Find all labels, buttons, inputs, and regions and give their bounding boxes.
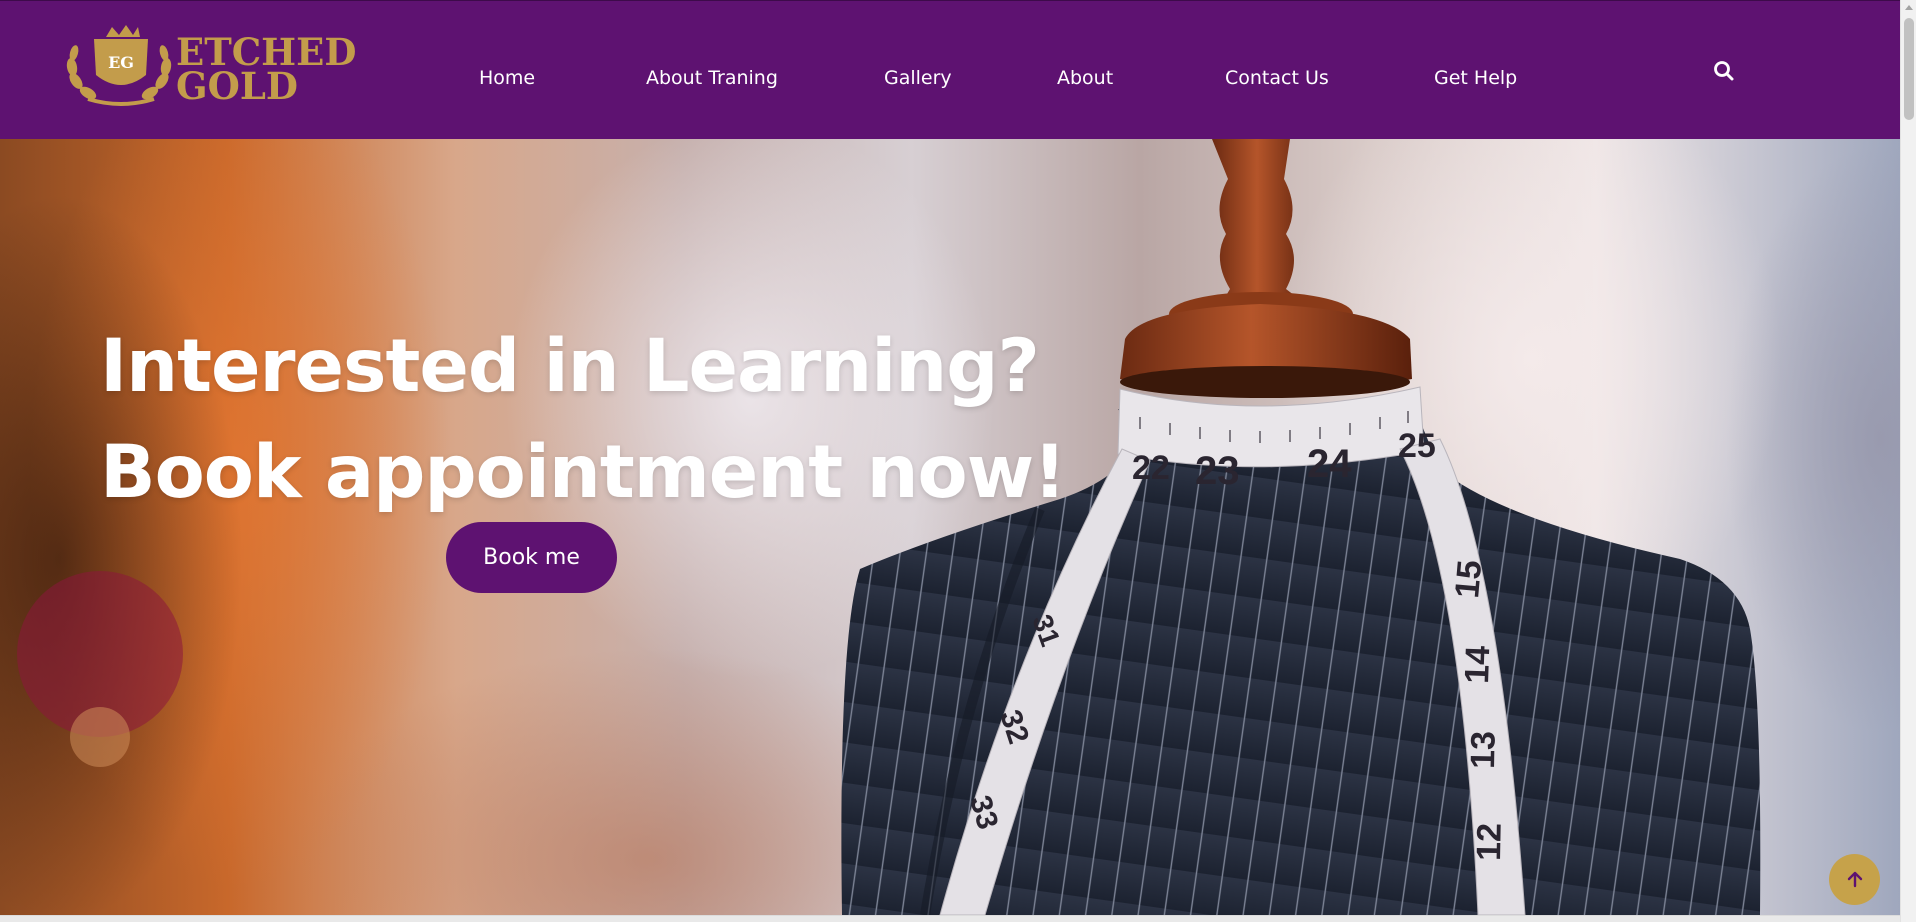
nav-gallery[interactable]: Gallery bbox=[884, 67, 952, 89]
scroll-up-arrow-icon[interactable] bbox=[1905, 5, 1913, 10]
tape-number-22: 22 bbox=[1132, 449, 1170, 487]
scroll-to-top-button[interactable] bbox=[1829, 854, 1880, 905]
nav-home[interactable]: Home bbox=[479, 67, 535, 89]
tape-number-13: 13 bbox=[1464, 731, 1503, 769]
nav-get-help[interactable]: Get Help bbox=[1434, 67, 1517, 89]
tape-number-24: 24 bbox=[1307, 442, 1352, 486]
nav-about-training[interactable]: About Traning bbox=[646, 67, 778, 89]
site-header: EG ETCHED GOLD Home About Traning Galler… bbox=[0, 0, 1900, 139]
search-icon bbox=[1714, 61, 1734, 81]
decorative-circle-small bbox=[70, 707, 130, 767]
vertical-scrollbar[interactable] bbox=[1900, 0, 1916, 922]
nav-contact-us[interactable]: Contact Us bbox=[1225, 67, 1329, 89]
tape-number-23: 23 bbox=[1195, 449, 1240, 493]
horizontal-scrollbar[interactable] bbox=[0, 915, 1900, 922]
book-me-button[interactable]: Book me bbox=[446, 522, 617, 593]
nav-about[interactable]: About bbox=[1057, 67, 1113, 89]
tape-number-15: 15 bbox=[1448, 559, 1489, 600]
hero-headline-line-1: Interested in Learning? bbox=[100, 324, 1040, 409]
tape-number-25: 25 bbox=[1398, 427, 1436, 465]
search-button[interactable] bbox=[1712, 59, 1736, 83]
hero-headline-line-2: Book appointment now! bbox=[100, 430, 1066, 515]
tape-number-14: 14 bbox=[1458, 645, 1497, 684]
tape-number-12: 12 bbox=[1470, 823, 1509, 861]
mannequin-image: 22 23 24 25 15 14 13 12 31 32 33 bbox=[841, 139, 1761, 915]
main-nav: Home About Traning Gallery About Contact… bbox=[0, 1, 1600, 140]
hero-headline: Interested in Learning? Book appointment… bbox=[100, 314, 1066, 526]
arrow-up-icon bbox=[1847, 871, 1862, 887]
hero-section: 22 23 24 25 15 14 13 12 31 32 33 Interes… bbox=[0, 139, 1900, 915]
scrollbar-thumb[interactable] bbox=[1904, 18, 1914, 120]
